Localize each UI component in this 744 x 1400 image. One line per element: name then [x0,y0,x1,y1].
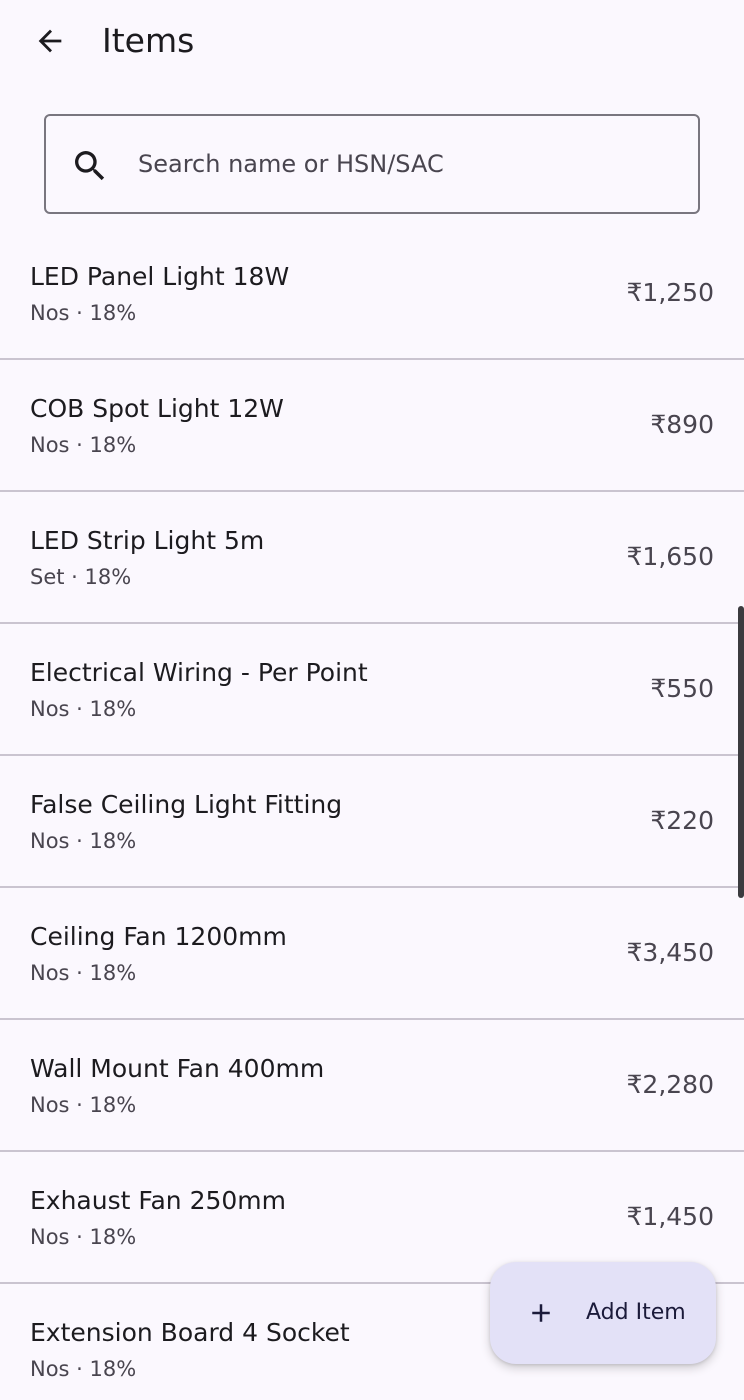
item-unit-tax: Nos · 18% [30,829,137,853]
item-name: Ceiling Fan 1200mm [30,922,287,951]
scrollbar-thumb[interactable] [738,606,744,898]
item-unit-tax: Nos · 18% [30,433,137,457]
search-icon [75,151,105,181]
item-name: Exhaust Fan 250mm [30,1186,286,1215]
item-price: ₹3,450 [626,938,714,967]
item-price: ₹550 [650,674,714,703]
item-price: ₹1,650 [626,542,714,571]
item-price: ₹220 [650,806,714,835]
item-name: LED Panel Light 18W [30,262,290,291]
item-name: False Ceiling Light Fitting [30,790,343,819]
item-name: Electrical Wiring - Per Point [30,658,368,687]
add-item-label: Add Item [586,1300,686,1325]
item-name: COB Spot Light 12W [30,394,284,423]
item-name: Wall Mount Fan 400mm [30,1054,325,1083]
item-price: ₹890 [650,410,714,439]
list-item[interactable]: LED Panel Light 18W Nos · 18% ₹1,250 [0,228,744,360]
item-name: Extension Board 4 Socket [30,1318,350,1347]
item-unit-tax: Nos · 18% [30,961,137,985]
item-unit-tax: Nos · 18% [30,301,137,325]
plus-icon [532,1304,550,1322]
items-screen: Items LED Panel Light 18W Nos · 18% ₹1,250… [0,0,744,1400]
list-item[interactable]: Ceiling Fan 1200mm Nos · 18% ₹3,450 [0,888,744,1020]
item-price: ₹1,250 [626,278,714,307]
item-unit-tax: Nos · 18% [30,697,137,721]
item-price: ₹2,280 [626,1070,714,1099]
list-item[interactable]: False Ceiling Light Fitting Nos · 18% ₹220 [0,756,744,888]
item-unit-tax: Nos · 18% [30,1357,137,1381]
page-title: Items [102,21,195,60]
back-button[interactable] [26,18,74,64]
add-item-button[interactable]: Add Item [490,1262,716,1364]
item-price: ₹1,450 [626,1202,714,1231]
arrow-back-icon [38,29,62,53]
top-app-bar: Items [0,0,744,82]
search-field[interactable] [44,114,700,214]
item-unit-tax: Set · 18% [30,565,132,589]
item-name: LED Strip Light 5m [30,526,265,555]
list-item[interactable]: Electrical Wiring - Per Point Nos · 18% ₹5… [0,624,744,756]
item-unit-tax: Nos · 18% [30,1093,137,1117]
list-item[interactable]: COB Spot Light 12W Nos · 18% ₹890 [0,360,744,492]
list-item[interactable]: Wall Mount Fan 400mm Nos · 18% ₹2,280 [0,1020,744,1152]
list-item[interactable]: LED Strip Light 5m Set · 18% ₹1,650 [0,492,744,624]
search-input[interactable] [138,116,678,212]
item-list: LED Panel Light 18W Nos · 18% ₹1,250 COB Sp… [0,228,744,1400]
item-unit-tax: Nos · 18% [30,1225,137,1249]
